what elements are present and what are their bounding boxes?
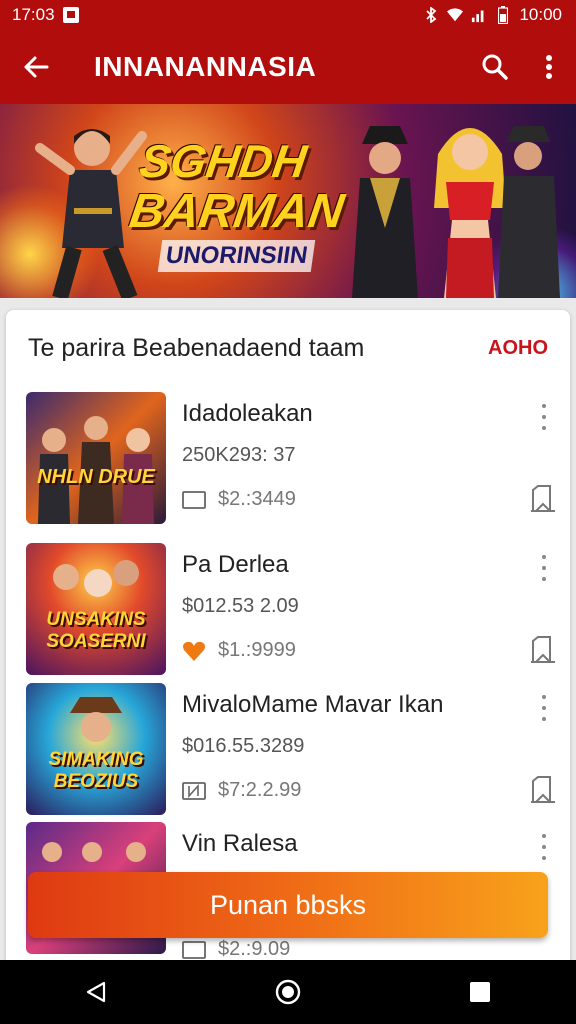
app-title: INNANANNASIA [94, 51, 317, 82]
banner-title-line2: BARMAN [126, 185, 348, 238]
bookmark-icon[interactable] [530, 484, 556, 512]
battery-icon [495, 6, 511, 24]
section-action-link[interactable]: AOHO [488, 337, 548, 360]
item-price: $7:2.2.99 [218, 779, 302, 801]
game-thumbnail: NHLN DRUE [26, 392, 166, 524]
search-button[interactable] [468, 30, 522, 104]
bookmark-icon[interactable] [530, 775, 556, 803]
item-title: MivaloMame Mavar Ikan [182, 691, 444, 718]
system-nav-bar [0, 960, 576, 1024]
game-thumbnail: SIMAKING BEOZIUS [26, 683, 166, 815]
triangle-back-icon [86, 981, 106, 1003]
item-meta: $012.53 2.09 [182, 595, 299, 617]
price-row: $1.:9999 [182, 639, 296, 662]
status-time-left: 17:03 [12, 5, 55, 24]
promo-banner[interactable]: SGHDH BARMAN UNORINSIIN [0, 104, 576, 298]
item-meta: 250K293: 37 [182, 444, 296, 466]
notification-icon [62, 7, 79, 23]
hero-figure-middle [352, 126, 418, 298]
item-price: $1.:9999 [218, 639, 296, 661]
status-bar: 17:03 10:00 [0, 0, 576, 30]
thumbnail-caption: NHLN DRUE [37, 466, 155, 488]
price-row: $2.:3449 [182, 488, 296, 511]
list-item[interactable]: SIMAKING BEOZIUS MivaloMame Mavar Ikan $… [26, 683, 556, 815]
heart-icon [183, 641, 205, 661]
item-menu-button[interactable] [532, 830, 556, 864]
item-price: $2.:3449 [218, 488, 296, 510]
hero-figure-right [498, 126, 560, 298]
item-title: Vin Ralesa [182, 830, 298, 857]
item-title: Pa Derlea [182, 551, 289, 578]
item-price: $2.:9.09 [218, 938, 291, 960]
circle-home-icon [275, 979, 301, 1005]
item-menu-button[interactable] [532, 691, 556, 725]
banner-title-line1: SGHDH [136, 135, 310, 187]
nav-home-button[interactable] [258, 960, 318, 1024]
list-item[interactable]: UNSAKINS SOASERNI Pa Derlea $012.53 2.09… [26, 543, 556, 675]
tag-icon [182, 781, 206, 800]
section-header: Te parira Beabenadaend taam AOHO [28, 334, 548, 363]
content-card: Te parira Beabenadaend taam AOHO NHLN DR… [6, 310, 570, 970]
price-row: $7:2.2.99 [182, 779, 301, 802]
primary-cta-button[interactable]: Punan bbsks [28, 872, 548, 938]
tag-icon [182, 940, 206, 959]
more-vert-icon [546, 55, 552, 79]
tag-icon [182, 490, 206, 509]
item-meta: $016.55.3289 [182, 735, 305, 757]
nav-recents-button[interactable] [450, 960, 510, 1024]
bluetooth-icon [423, 7, 439, 23]
signal-icon [471, 7, 487, 23]
cta-label: Punan bbsks [209, 889, 367, 920]
app-bar: INNANANNASIA [0, 30, 576, 104]
thumbnail-caption: SIMAKING BEOZIUS [48, 749, 144, 792]
status-time-right: 10:00 [519, 5, 562, 24]
search-icon [482, 54, 508, 80]
bookmark-icon[interactable] [530, 635, 556, 663]
game-thumbnail: UNSAKINS SOASERNI [26, 543, 166, 675]
square-recents-icon [470, 982, 490, 1002]
item-menu-button[interactable] [532, 551, 556, 585]
section-title: Te parira Beabenadaend taam [28, 334, 365, 362]
overflow-menu-button[interactable] [522, 30, 576, 104]
list-item[interactable]: NHLN DRUE Idadoleakan 250K293: 37 $2.:34… [26, 392, 556, 524]
thumbnail-art [38, 416, 154, 524]
item-title: Idadoleakan [182, 400, 313, 427]
item-menu-button[interactable] [532, 400, 556, 434]
wifi-icon [447, 7, 464, 23]
arrow-left-icon [24, 56, 49, 78]
banner-subtitle: UNORINSIIN [157, 240, 316, 272]
back-button[interactable] [0, 30, 72, 104]
nav-back-button[interactable] [66, 960, 126, 1024]
thumbnail-caption: UNSAKINS SOASERNI [46, 609, 146, 652]
price-row: $2.:9.09 [182, 938, 290, 961]
